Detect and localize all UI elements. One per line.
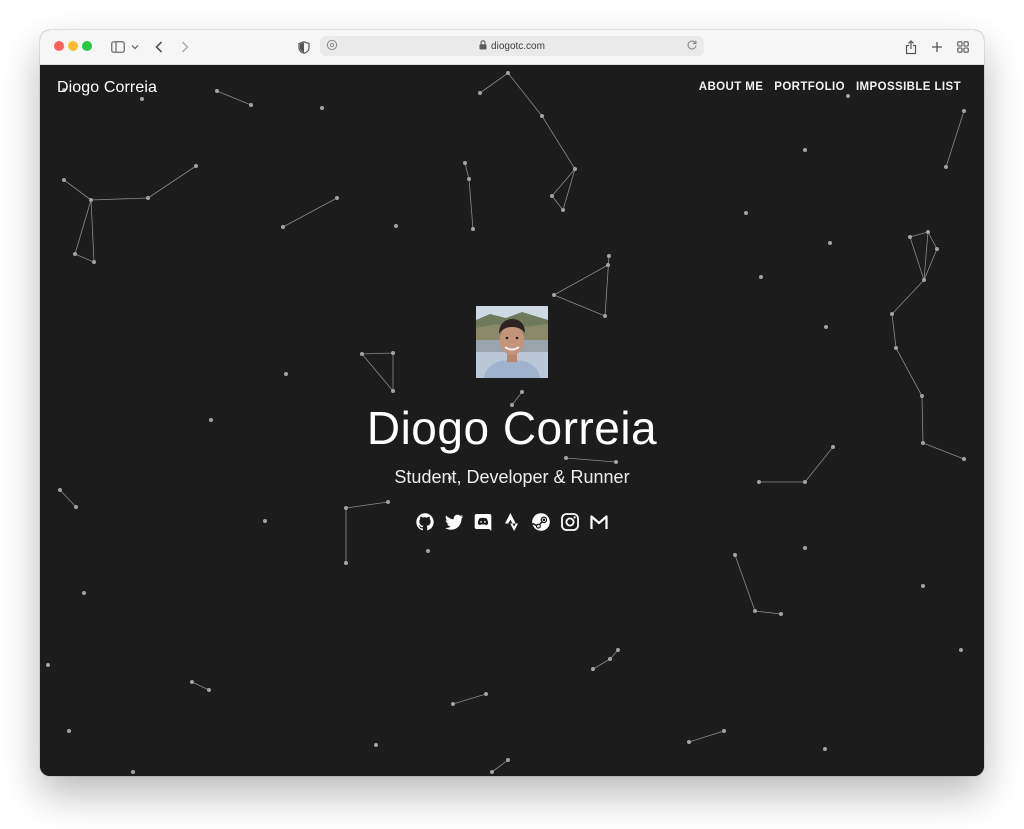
lock-icon [479, 39, 487, 53]
zoom-window-button[interactable] [82, 41, 92, 51]
social-links [40, 512, 984, 532]
main-nav: ABOUT ME PORTFOLIO IMPOSSIBLE LIST [699, 81, 961, 93]
address-bar[interactable]: diogotc.com [320, 36, 704, 56]
tab-overview-icon[interactable] [956, 38, 970, 56]
minimize-window-button[interactable] [68, 41, 78, 51]
gmail-icon[interactable] [589, 512, 609, 532]
discord-icon[interactable] [473, 512, 493, 532]
steam-icon[interactable] [531, 512, 551, 532]
strava-icon[interactable] [502, 512, 522, 532]
browser-toolbar: diogotc.com [40, 30, 984, 65]
profile-photo [476, 306, 548, 378]
share-icon[interactable] [904, 38, 918, 56]
shield-icon[interactable] [297, 38, 311, 56]
close-window-button[interactable] [54, 41, 64, 51]
nav-about-me[interactable]: ABOUT ME [699, 81, 764, 93]
back-icon[interactable] [153, 38, 165, 56]
site-brand[interactable]: Diogo Correia [57, 79, 157, 97]
forward-icon[interactable] [179, 38, 191, 56]
twitter-icon[interactable] [444, 512, 464, 532]
sidebar-icon[interactable] [110, 38, 126, 56]
chevron-down-icon[interactable] [130, 38, 140, 56]
url-text: diogotc.com [491, 40, 545, 52]
instagram-icon[interactable] [560, 512, 580, 532]
page-viewport: Diogo Correia ABOUT ME PORTFOLIO IMPOSSI… [40, 65, 984, 776]
nav-impossible-list[interactable]: IMPOSSIBLE LIST [856, 81, 961, 93]
new-tab-icon[interactable] [930, 38, 944, 56]
nav-portfolio[interactable]: PORTFOLIO [774, 81, 845, 93]
hero-subtitle: Student, Developer & Runner [394, 467, 630, 487]
reload-icon[interactable] [686, 39, 698, 54]
browser-window: diogotc.com Diogo Correia ABOUT ME PORTF… [40, 30, 984, 776]
github-icon[interactable] [415, 512, 435, 532]
hero-title: Diogo Correia [366, 402, 658, 454]
page-settings-icon[interactable] [326, 39, 338, 54]
